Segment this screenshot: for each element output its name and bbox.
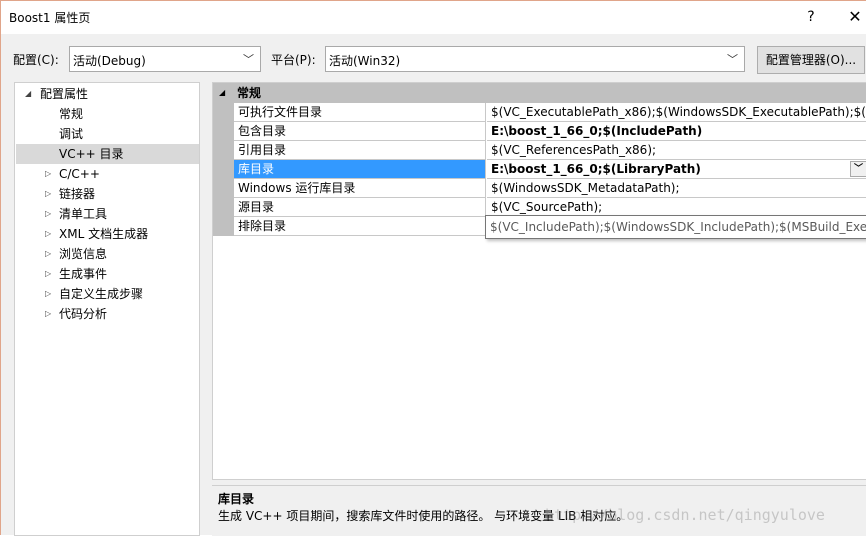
property-name: 源目录 bbox=[234, 198, 486, 217]
property-name: 包含目录 bbox=[234, 122, 486, 141]
property-value[interactable]: $(WindowsSDK_MetadataPath); bbox=[487, 179, 866, 198]
expand-arrow-icon[interactable]: ◢ bbox=[25, 84, 31, 104]
expand-arrow-icon[interactable]: ▷ bbox=[45, 224, 51, 244]
tree-item-general[interactable]: 常规 bbox=[16, 104, 199, 124]
tree-item-c-cpp[interactable]: ▷ C/C++ bbox=[16, 164, 199, 184]
property-tree: ◢ 配置属性 常规 调试 VC++ 目录 ▷ C/C++ ▷ 链接器 ▷ 清单工… bbox=[14, 82, 200, 536]
tree-item-label: 常规 bbox=[59, 107, 84, 121]
title-bar: Boost1 属性页 ? ✕ bbox=[1, 1, 866, 34]
window-title: Boost1 属性页 bbox=[9, 11, 91, 25]
tree-item-custom-build-step[interactable]: ▷ 自定义生成步骤 bbox=[16, 284, 199, 304]
property-row-include-directories[interactable]: 包含目录 E:\boost_1_66_0;$(IncludePath) bbox=[234, 122, 866, 141]
configuration-bar: 配置(C): 活动(Debug) ﹀ 平台(P): 活动(Win32) ﹀ 配置… bbox=[1, 34, 866, 82]
configuration-value: 活动(Debug) bbox=[73, 54, 146, 68]
tree-item-label: 配置属性 bbox=[40, 87, 89, 101]
chevron-down-icon: ﹀ bbox=[727, 53, 738, 66]
property-pages-window: Boost1 属性页 ? ✕ 配置(C): 活动(Debug) ﹀ 平台(P):… bbox=[0, 0, 866, 536]
chevron-down-icon[interactable]: ﹀ bbox=[850, 161, 866, 177]
property-value[interactable]: $(VC_ReferencesPath_x86); bbox=[487, 141, 866, 160]
tree-item-manifest-tool[interactable]: ▷ 清单工具 bbox=[16, 204, 199, 224]
expand-arrow-icon[interactable]: ▷ bbox=[45, 304, 51, 324]
property-value-text: E:\boost_1_66_0;$(LibraryPath) bbox=[491, 162, 701, 176]
chevron-down-icon: ﹀ bbox=[243, 53, 254, 66]
tree-item-label: 代码分析 bbox=[59, 307, 108, 321]
tree-item-label: XML 文档生成器 bbox=[59, 227, 149, 241]
expand-arrow-icon[interactable]: ▷ bbox=[45, 244, 51, 264]
tree-item-browse-info[interactable]: ▷ 浏览信息 bbox=[16, 244, 199, 264]
grid-gutter bbox=[213, 103, 234, 236]
property-row-library-directories[interactable]: 库目录 E:\boost_1_66_0;$(LibraryPath) ﹀ bbox=[234, 160, 866, 179]
configuration-manager-button[interactable]: 配置管理器(O)... bbox=[757, 46, 865, 74]
property-name: 引用目录 bbox=[234, 141, 486, 160]
tree-item-label: 清单工具 bbox=[59, 207, 108, 221]
property-value[interactable]: $(VC_ExecutablePath_x86);$(WindowsSDK_Ex… bbox=[487, 103, 866, 122]
property-name: 库目录 bbox=[234, 160, 486, 179]
tree-item-label: 浏览信息 bbox=[59, 247, 108, 261]
category-label: 常规 bbox=[237, 86, 262, 100]
expand-arrow-icon[interactable]: ▷ bbox=[45, 264, 51, 284]
configuration-label: 配置(C): bbox=[13, 53, 59, 67]
tree-item-config-properties[interactable]: ◢ 配置属性 bbox=[16, 84, 199, 104]
tree-item-label: 自定义生成步骤 bbox=[59, 287, 144, 301]
tree-item-code-analysis[interactable]: ▷ 代码分析 bbox=[16, 304, 199, 324]
tree-item-build-events[interactable]: ▷ 生成事件 bbox=[16, 264, 199, 284]
tree-item-vc-directories[interactable]: VC++ 目录 bbox=[16, 144, 199, 164]
property-row-windows-runtime-directories[interactable]: Windows 运行库目录 $(WindowsSDK_MetadataPath)… bbox=[234, 179, 866, 198]
tree-item-label: 调试 bbox=[59, 127, 84, 141]
watermark: http://blog.csdn.net/qingyulove bbox=[545, 506, 825, 524]
close-button[interactable]: ✕ bbox=[843, 6, 866, 28]
property-row-executable-directories[interactable]: 可执行文件目录 $(VC_ExecutablePath_x86);$(Windo… bbox=[234, 103, 866, 122]
collapse-arrow-icon[interactable]: ◢ bbox=[219, 83, 225, 103]
help-button[interactable]: ? bbox=[799, 6, 823, 28]
tree-item-label: 链接器 bbox=[59, 187, 96, 201]
property-row-reference-directories[interactable]: 引用目录 $(VC_ReferencesPath_x86); bbox=[234, 141, 866, 160]
tree-item-label: 生成事件 bbox=[59, 267, 108, 281]
property-name: 可执行文件目录 bbox=[234, 103, 486, 122]
tree-item-xml-doc-generator[interactable]: ▷ XML 文档生成器 bbox=[16, 224, 199, 244]
property-value[interactable]: E:\boost_1_66_0;$(IncludePath) bbox=[487, 122, 866, 141]
tree-item-label: C/C++ bbox=[59, 167, 100, 181]
expand-arrow-icon[interactable]: ▷ bbox=[45, 164, 51, 184]
property-grid: ◢ 常规 可执行文件目录 $(VC_ExecutablePath_x86);$(… bbox=[212, 82, 866, 480]
configuration-dropdown[interactable]: 活动(Debug) ﹀ bbox=[69, 46, 261, 72]
expand-arrow-icon[interactable]: ▷ bbox=[45, 184, 51, 204]
expand-arrow-icon[interactable]: ▷ bbox=[45, 204, 51, 224]
expand-arrow-icon[interactable]: ▷ bbox=[45, 284, 51, 304]
platform-value: 活动(Win32) bbox=[329, 54, 401, 68]
property-value[interactable]: E:\boost_1_66_0;$(LibraryPath) ﹀ bbox=[487, 160, 866, 179]
property-name: 排除目录 bbox=[234, 217, 486, 236]
tree-item-linker[interactable]: ▷ 链接器 bbox=[16, 184, 199, 204]
property-name: Windows 运行库目录 bbox=[234, 179, 486, 198]
category-header[interactable]: ◢ 常规 bbox=[213, 83, 866, 103]
tree-item-label: VC++ 目录 bbox=[59, 147, 124, 161]
platform-dropdown[interactable]: 活动(Win32) ﹀ bbox=[325, 46, 745, 72]
description-title: 库目录 bbox=[218, 492, 255, 506]
value-tooltip: $(VC_IncludePath);$(WindowsSDK_IncludePa… bbox=[485, 215, 866, 239]
platform-label: 平台(P): bbox=[271, 53, 316, 67]
tree-item-debugging[interactable]: 调试 bbox=[16, 124, 199, 144]
